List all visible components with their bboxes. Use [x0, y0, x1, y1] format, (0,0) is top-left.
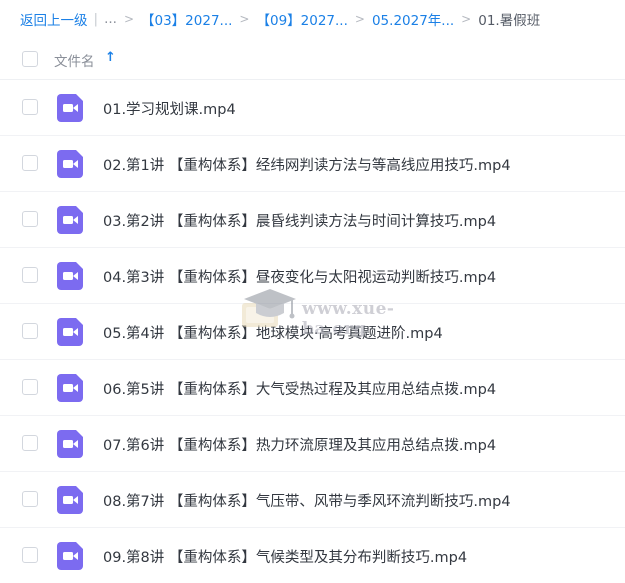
video-file-icon [57, 430, 83, 458]
breadcrumb-item-3[interactable]: 05.2027年... [372, 9, 454, 29]
breadcrumb-current: 01.暑假班 [478, 13, 541, 29]
row-checkbox[interactable] [22, 379, 38, 395]
file-row[interactable]: 05.第4讲 【重构体系】地球模块·高考真题进阶.mp4 [0, 304, 625, 360]
file-row[interactable]: 08.第7讲 【重构体系】气压带、风带与季风环流判断技巧.mp4 [0, 472, 625, 528]
file-name[interactable]: 06.第5讲 【重构体系】大气受热过程及其应用总结点拨.mp4 [103, 378, 496, 399]
file-row[interactable]: 06.第5讲 【重构体系】大气受热过程及其应用总结点拨.mp4 [0, 360, 625, 416]
row-checkbox[interactable] [22, 155, 38, 171]
file-name[interactable]: 09.第8讲 【重构体系】气候类型及其分布判断技巧.mp4 [103, 546, 467, 567]
video-file-icon [57, 542, 83, 570]
chevron-right-icon: > [239, 12, 250, 26]
file-row[interactable]: 09.第8讲 【重构体系】气候类型及其分布判断技巧.mp4 [0, 528, 625, 583]
row-checkbox[interactable] [22, 491, 38, 507]
select-all-checkbox[interactable] [22, 51, 38, 67]
file-row[interactable]: 04.第3讲 【重构体系】昼夜变化与太阳视运动判断技巧.mp4 [0, 248, 625, 304]
row-checkbox[interactable] [22, 211, 38, 227]
file-name[interactable]: 08.第7讲 【重构体系】气压带、风带与季风环流判断技巧.mp4 [103, 490, 511, 511]
breadcrumb-collapsed[interactable]: ... [104, 11, 117, 27]
row-checkbox[interactable] [22, 99, 38, 115]
breadcrumb: 返回上一级 | ... > 【03】2027... > 【09】2027... … [0, 0, 625, 38]
list-header: 文件名 ↑ [0, 38, 625, 80]
chevron-right-icon: > [461, 12, 472, 26]
file-row[interactable]: 01.学习规划课.mp4 [0, 80, 625, 136]
video-file-icon [57, 150, 83, 178]
breadcrumb-divider: | [93, 11, 99, 27]
file-name[interactable]: 07.第6讲 【重构体系】热力环流原理及其应用总结点拨.mp4 [103, 434, 496, 455]
file-row[interactable]: 03.第2讲 【重构体系】晨昏线判读方法与时间计算技巧.mp4 [0, 192, 625, 248]
video-file-icon [57, 318, 83, 346]
file-name[interactable]: 05.第4讲 【重构体系】地球模块·高考真题进阶.mp4 [103, 322, 443, 343]
file-name[interactable]: 04.第3讲 【重构体系】昼夜变化与太阳视运动判断技巧.mp4 [103, 266, 496, 287]
video-file-icon [57, 486, 83, 514]
row-checkbox[interactable] [22, 267, 38, 283]
breadcrumb-item-2[interactable]: 【09】2027... [256, 9, 347, 29]
sort-ascending-icon[interactable]: ↑ [105, 50, 116, 65]
file-list: 01.学习规划课.mp4 02.第1讲 【重构体系】经纬网判读方法与等高线应用技… [0, 80, 625, 583]
breadcrumb-item-1[interactable]: 【03】2027... [141, 9, 232, 29]
column-header-filename[interactable]: 文件名 [54, 50, 95, 70]
row-checkbox[interactable] [22, 435, 38, 451]
chevron-right-icon: > [354, 12, 365, 26]
file-name[interactable]: 01.学习规划课.mp4 [103, 98, 236, 119]
row-checkbox[interactable] [22, 323, 38, 339]
video-file-icon [57, 374, 83, 402]
row-checkbox[interactable] [22, 547, 38, 563]
video-file-icon [57, 262, 83, 290]
file-row[interactable]: 02.第1讲 【重构体系】经纬网判读方法与等高线应用技巧.mp4 [0, 136, 625, 192]
file-row[interactable]: 07.第6讲 【重构体系】热力环流原理及其应用总结点拨.mp4 [0, 416, 625, 472]
file-name[interactable]: 03.第2讲 【重构体系】晨昏线判读方法与时间计算技巧.mp4 [103, 210, 496, 231]
video-file-icon [57, 206, 83, 234]
video-file-icon [57, 94, 83, 122]
back-link[interactable]: 返回上一级 [20, 9, 88, 29]
file-name[interactable]: 02.第1讲 【重构体系】经纬网判读方法与等高线应用技巧.mp4 [103, 154, 511, 175]
chevron-right-icon: > [123, 12, 134, 26]
